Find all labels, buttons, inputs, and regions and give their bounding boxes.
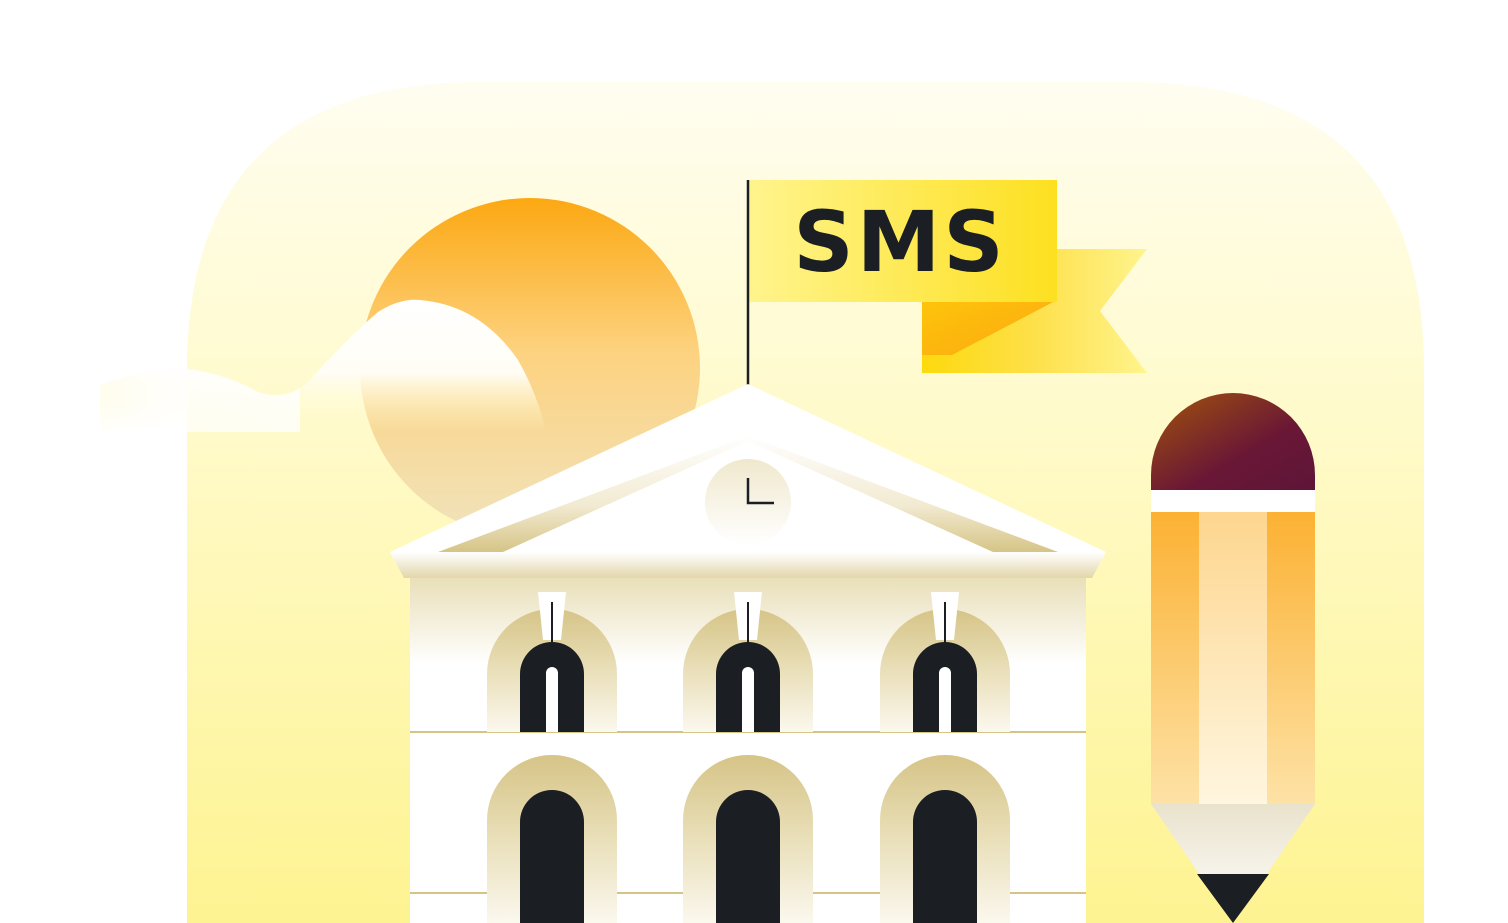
lower-door-right xyxy=(880,755,1010,923)
lower-door-center xyxy=(683,755,813,923)
clock-icon xyxy=(705,459,791,545)
flag-label: SMS xyxy=(793,193,1007,291)
sms-illustration: SMS xyxy=(100,82,1424,923)
lower-door-left xyxy=(487,755,617,923)
